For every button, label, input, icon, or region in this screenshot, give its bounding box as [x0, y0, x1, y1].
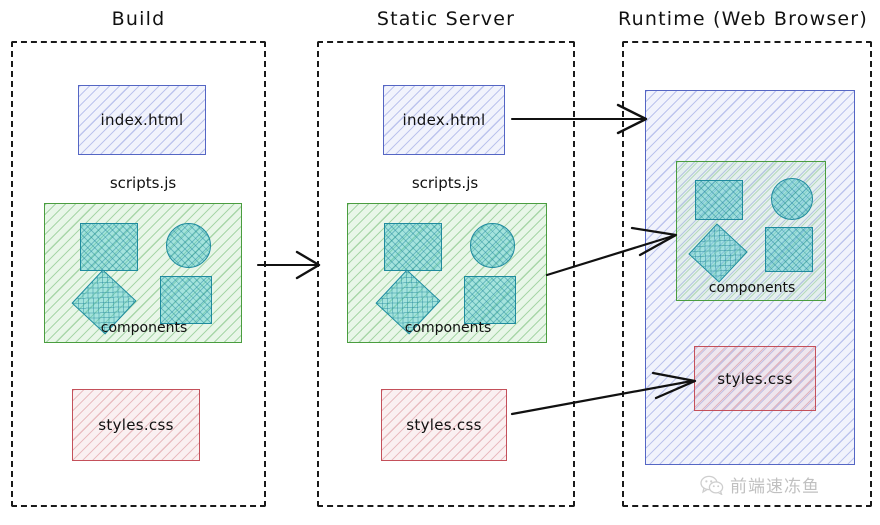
build-styles-css-label: styles.css [98, 416, 174, 434]
watermark-text: 前端速冻鱼 [730, 477, 820, 497]
runtime-components-box[interactable]: components [676, 161, 826, 301]
runtime-component-square-top-left[interactable] [695, 180, 743, 220]
runtime-component-diamond-bottom-left[interactable] [688, 223, 748, 283]
static-component-circle-top-right[interactable] [470, 223, 515, 268]
static-index-html-box[interactable]: index.html [383, 85, 505, 155]
runtime-component-circle-top-right[interactable] [771, 178, 813, 220]
static-scripts-js-box[interactable]: components [347, 203, 547, 343]
static-components-label: components [404, 320, 492, 336]
arrow-build-to-static-server [256, 250, 321, 280]
static-scripts-js-caption: scripts.js [411, 174, 479, 192]
panel-title-static-server: Static Server [376, 8, 516, 30]
build-scripts-js-box[interactable]: components [44, 203, 242, 343]
panel-title-build: Build [111, 8, 166, 30]
static-component-square-bottom-right[interactable] [464, 276, 516, 324]
build-component-square-bottom-right[interactable] [160, 276, 212, 324]
build-styles-css-box[interactable]: styles.css [72, 389, 200, 461]
runtime-styles-css-box[interactable]: styles.css [694, 346, 816, 411]
build-scripts-js-caption: scripts.js [109, 174, 177, 192]
static-component-square-top-left[interactable] [384, 223, 442, 271]
build-component-square-top-left[interactable] [80, 223, 138, 271]
wechat-icon [700, 475, 724, 495]
diagram-canvas: Build Static Server Runtime (Web Browser… [0, 0, 880, 525]
runtime-component-square-bottom-right[interactable] [765, 227, 813, 272]
panel-title-runtime: Runtime (Web Browser) [618, 8, 868, 30]
build-components-label: components [100, 320, 188, 336]
static-styles-css-label: styles.css [406, 416, 482, 434]
static-styles-css-box[interactable]: styles.css [381, 389, 507, 461]
static-index-html-label: index.html [402, 111, 486, 129]
build-index-html-label: index.html [100, 111, 184, 129]
watermark: 前端速冻鱼 [700, 472, 820, 497]
runtime-document-box[interactable]: components styles.css [645, 90, 855, 465]
build-component-circle-top-right[interactable] [166, 223, 211, 268]
build-index-html-box[interactable]: index.html [78, 85, 206, 155]
runtime-components-label: components [708, 280, 796, 296]
runtime-styles-css-label: styles.css [717, 369, 793, 388]
